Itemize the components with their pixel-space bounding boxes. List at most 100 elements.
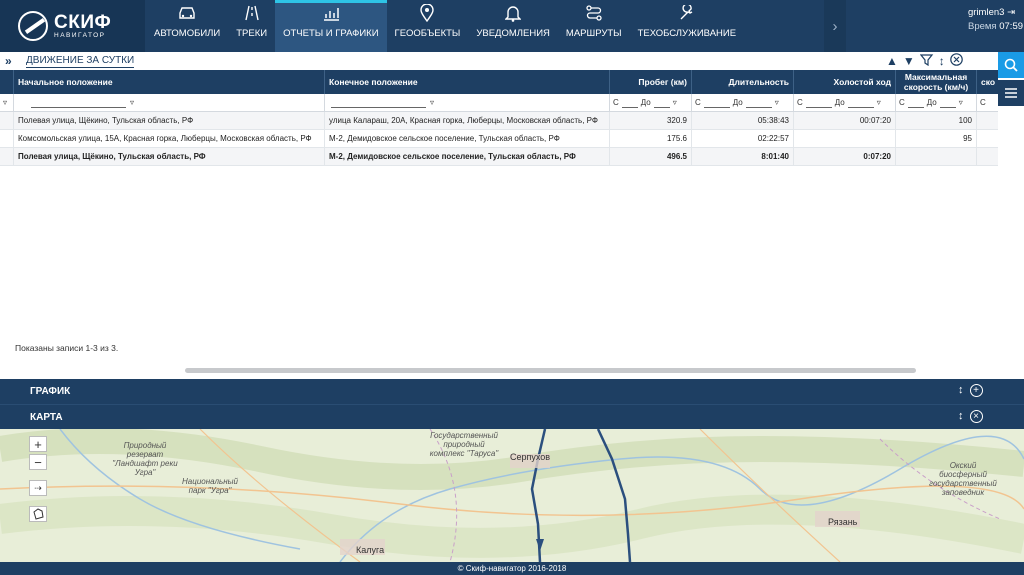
top-navigation-bar: СКИФ НАВИГАТОР АВТОМОБИЛИ ТРЕКИ ОТЧЕТЫ И… xyxy=(0,0,1024,52)
nav-item-label: АВТОМОБИЛИ xyxy=(154,28,221,39)
city-label: Серпухов xyxy=(510,452,551,462)
map-label: Государственный природный комплекс "Тару… xyxy=(429,431,499,458)
resize-vertical-icon[interactable]: ↕ xyxy=(958,410,964,423)
resize-vertical-icon[interactable]: ↕ xyxy=(958,384,964,397)
nav-item-tracks[interactable]: ТРЕКИ xyxy=(228,0,275,52)
filter-start[interactable]: ▿ xyxy=(14,94,325,111)
map-view[interactable]: + − ⇢ Природный резерват "Ландшафт реки … xyxy=(0,429,1024,562)
nav-item-reports[interactable]: ОТЧЕТЫ И ГРАФИКИ xyxy=(275,0,388,52)
main-nav: АВТОМОБИЛИ ТРЕКИ ОТЧЕТЫ И ГРАФИКИ ГЕООБЪ… xyxy=(146,0,744,52)
sort-up-icon[interactable]: ▲ xyxy=(886,54,898,68)
records-count: Показаны записи 1-3 из 3. xyxy=(15,343,119,353)
movement-report-table: Начальное положение Конечное положение П… xyxy=(0,70,998,166)
report-tab-title[interactable]: ДВИЖЕНИЕ ЗА СУТКИ xyxy=(26,55,135,68)
map-pin-icon xyxy=(417,4,437,22)
table-total-row[interactable]: Полевая улица, Щёкино, Тульская область,… xyxy=(0,148,998,166)
map-label: Национальный парк "Угра" xyxy=(182,477,238,495)
search-button[interactable] xyxy=(998,52,1024,78)
filter-max-speed[interactable]: С До ▿ xyxy=(896,94,977,111)
horizontal-scrollbar[interactable] xyxy=(185,368,916,373)
sort-down-icon[interactable]: ▼ xyxy=(903,54,915,68)
column-header-mileage[interactable]: Пробег (км) xyxy=(610,70,692,94)
filter-end-input[interactable] xyxy=(331,98,426,108)
user-info: grimlen3 ⇥ Время 07:59 xyxy=(968,6,1023,34)
search-icon xyxy=(1004,58,1018,72)
bell-icon xyxy=(503,4,523,22)
nav-item-label: ГЕООБЪЕКТЫ xyxy=(394,28,461,39)
table-filter-row: ▿ ▿ ▿ С До ▿ С До ▿ С До ▿ С До ▿ С xyxy=(0,94,998,112)
nav-item-notifications[interactable]: УВЕДОМЛЕНИЯ xyxy=(468,0,558,52)
filter-icon[interactable]: ▿ xyxy=(430,98,434,107)
column-header-idle[interactable]: Холостой ход xyxy=(794,70,896,94)
route-icon xyxy=(584,4,604,22)
report-toolbar: ▲ ▼ ↕ xyxy=(886,53,963,69)
table-row[interactable]: Полевая улица, Щёкино, Тульская область,… xyxy=(0,112,998,130)
polygon-icon xyxy=(33,508,44,520)
close-icon[interactable]: × xyxy=(969,410,983,423)
close-icon[interactable] xyxy=(949,53,963,69)
hamburger-icon xyxy=(1005,88,1017,98)
filter-duration[interactable]: С До ▿ xyxy=(692,94,794,111)
nav-item-label: ТЕХОБСЛУЖИВАНИЕ xyxy=(637,28,737,39)
filter-idle[interactable]: С До ▿ xyxy=(794,94,896,111)
time-label: Время xyxy=(968,21,997,32)
filter-icon[interactable]: ▿ xyxy=(775,98,779,107)
map-label: Природный резерват "Ландшафт реки Угра" xyxy=(112,441,178,477)
ruler-icon: ⇢ xyxy=(34,482,42,493)
measure-distance-button[interactable]: ⇢ xyxy=(29,480,47,496)
filter-start-input[interactable] xyxy=(31,98,126,108)
chart-section-bar[interactable]: ГРАФИК ↕ + xyxy=(0,379,1024,404)
logo-subtitle: НАВИГАТОР xyxy=(54,31,106,39)
nav-item-routes[interactable]: МАРШРУТЫ xyxy=(558,0,630,52)
chart-icon xyxy=(321,4,341,22)
column-header-speed-truncated[interactable]: ско xyxy=(977,70,998,94)
double-chevron-right-icon[interactable]: » xyxy=(5,54,12,68)
logo-mark-icon xyxy=(18,11,48,41)
draw-polygon-button[interactable] xyxy=(29,506,47,522)
zoom-out-button[interactable]: − xyxy=(29,454,47,470)
road-icon xyxy=(242,4,262,22)
nav-item-label: ОТЧЕТЫ И ГРАФИКИ xyxy=(283,28,379,39)
city-label: Рязань xyxy=(828,517,858,527)
table-header-row: Начальное положение Конечное положение П… xyxy=(0,70,998,94)
filter-icon[interactable]: ▿ xyxy=(877,98,881,107)
nav-scroll-right-button[interactable]: › xyxy=(824,0,846,52)
time-value: 07:59 xyxy=(999,21,1024,32)
report-panel-header: » ДВИЖЕНИЕ ЗА СУТКИ ▲ ▼ ↕ xyxy=(0,52,1024,70)
chart-section-label: ГРАФИК xyxy=(30,386,71,397)
logo-title: СКИФ xyxy=(54,11,112,33)
nav-item-label: УВЕДОМЛЕНИЯ xyxy=(476,28,550,39)
column-header-duration[interactable]: Длительность xyxy=(692,70,794,94)
column-header-end[interactable]: Конечное положение xyxy=(325,70,610,94)
wrench-icon xyxy=(677,4,697,22)
menu-button[interactable] xyxy=(998,80,1024,106)
map-label: Окский биосферный государственный запове… xyxy=(929,461,997,497)
nav-item-label: МАРШРУТЫ xyxy=(565,28,622,39)
car-icon xyxy=(177,4,197,22)
nav-item-maintenance[interactable]: ТЕХОБСЛУЖИВАНИЕ xyxy=(630,0,744,52)
zoom-in-button[interactable]: + xyxy=(29,436,47,452)
filter-mileage[interactable]: С До ▿ xyxy=(610,94,692,111)
map-section-label: КАРТА xyxy=(30,411,63,423)
column-header-max-speed[interactable]: Максимальная скорость (км/ч) xyxy=(896,70,977,94)
user-name[interactable]: grimlen3 xyxy=(968,7,1004,18)
column-header-start[interactable]: Начальное положение xyxy=(14,70,325,94)
filter-icon[interactable]: ▿ xyxy=(673,98,677,107)
filter-icon[interactable]: ▿ xyxy=(130,98,134,107)
filter-end[interactable]: ▿ xyxy=(325,94,610,111)
resize-vertical-icon[interactable]: ↕ xyxy=(939,54,945,68)
nav-item-cars[interactable]: АВТОМОБИЛИ xyxy=(146,0,228,52)
table-row[interactable]: Комсомольская улица, 15А, Красная горка,… xyxy=(0,130,998,148)
map-section-bar[interactable]: КАРТА ↕ × xyxy=(0,404,1024,429)
footer: © Скиф-навигатор 2016-2018 xyxy=(0,562,1024,575)
filter-icon[interactable]: ▿ xyxy=(3,98,7,107)
clear-filter-icon[interactable] xyxy=(919,53,934,69)
logout-icon[interactable]: ⇥ xyxy=(1007,7,1015,18)
nav-item-geoobjects[interactable]: ГЕООБЪЕКТЫ xyxy=(387,0,469,52)
app-logo[interactable]: СКИФ НАВИГАТОР xyxy=(0,0,145,52)
city-label: Калуга xyxy=(356,545,385,555)
filter-icon[interactable]: ▿ xyxy=(959,98,963,107)
nav-item-label: ТРЕКИ xyxy=(236,28,268,39)
add-icon[interactable]: + xyxy=(969,384,983,397)
chevron-right-icon: › xyxy=(832,17,838,35)
